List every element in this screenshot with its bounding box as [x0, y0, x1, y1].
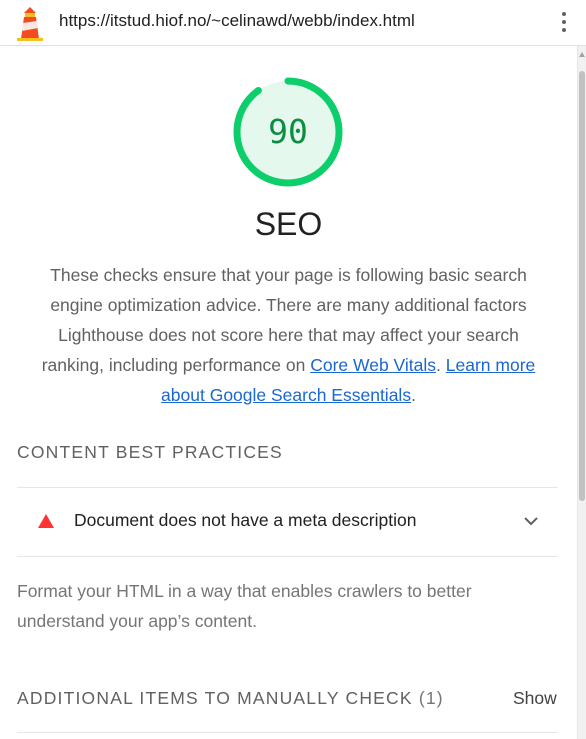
scroll-up-arrow-icon[interactable] — [579, 52, 585, 57]
chevron-down-icon[interactable] — [523, 513, 539, 529]
manual-check-count: (1) — [418, 688, 444, 708]
page-url: https://itstud.hiof.no/~celinawd/webb/in… — [59, 11, 415, 30]
audit-meta-description[interactable]: Document does not have a meta descriptio… — [17, 488, 558, 556]
divider — [17, 556, 558, 557]
category-title: SEO — [254, 206, 323, 242]
category-description: These checks ensure that your page is fo… — [26, 260, 551, 410]
manual-check-title: ADDITIONAL ITEMS TO MANUALLY CHECK (1) — [17, 688, 444, 709]
description-separator: . — [436, 355, 446, 375]
fail-triangle-icon — [38, 514, 54, 528]
show-button[interactable]: Show — [513, 688, 557, 709]
description-end: . — [411, 385, 416, 405]
content-best-practices-title: CONTENT BEST PRACTICES — [17, 442, 283, 462]
score-value: 90 — [268, 112, 308, 151]
lighthouse-icon — [17, 7, 43, 41]
scrollbar-thumb[interactable] — [579, 71, 585, 501]
content-group-description: Format your HTML in a way that enables c… — [17, 581, 472, 631]
vertical-scrollbar[interactable] — [577, 46, 586, 739]
manual-check-label: ADDITIONAL ITEMS TO MANUALLY CHECK — [17, 688, 413, 708]
core-web-vitals-link[interactable]: Core Web Vitals — [310, 355, 436, 375]
more-vert-icon[interactable] — [557, 12, 571, 36]
audit-title: Document does not have a meta descriptio… — [74, 510, 417, 530]
divider — [17, 732, 558, 733]
browser-toolbar: https://itstud.hiof.no/~celinawd/webb/in… — [0, 0, 586, 46]
